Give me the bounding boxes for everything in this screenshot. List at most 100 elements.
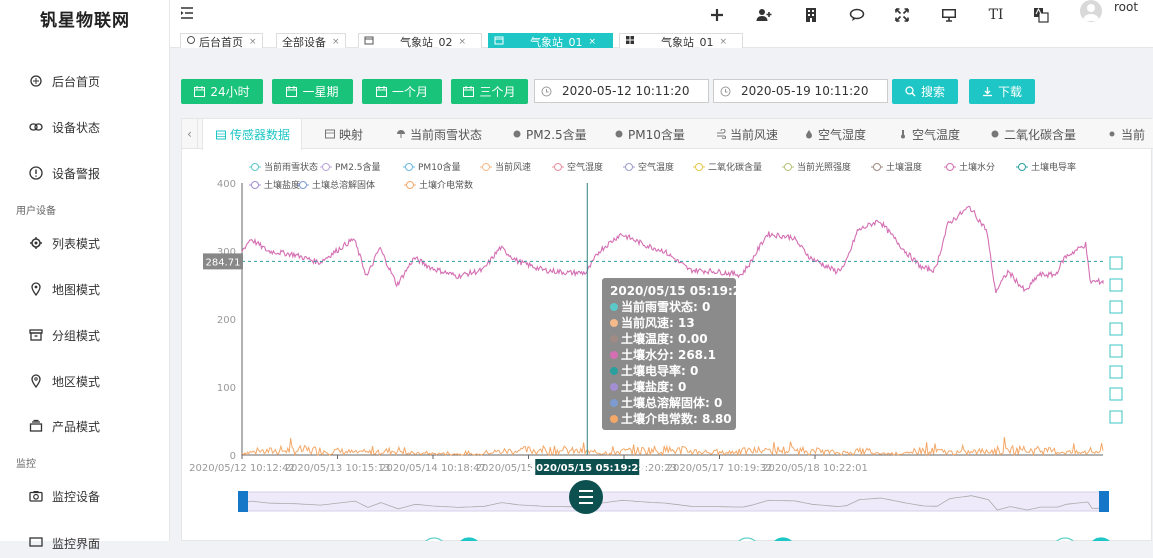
- tab-label: 空气湿度: [818, 127, 867, 142]
- dot-icon: [615, 130, 623, 138]
- tab-weather-station-02[interactable]: 气象站_02 ×: [358, 33, 482, 49]
- sidebar-item-map-mode[interactable]: 地图模式: [0, 274, 170, 304]
- close-icon[interactable]: ×: [720, 37, 728, 47]
- menu-collapse-icon[interactable]: [178, 4, 196, 22]
- y-tick-label: 0: [230, 451, 236, 462]
- calendar-icon: [463, 86, 475, 97]
- sensor-chart: 当前雨雪状态 PM2.5含量 PM10含量 当前风速 空气湿度 空气温度 二氧化碳含量 当前光…: [189, 161, 1123, 541]
- umbrella-icon: [397, 130, 405, 138]
- chevron-left-icon[interactable]: ‹: [182, 119, 198, 149]
- tab-co2[interactable]: 二氧化碳含量: [990, 119, 1076, 149]
- tab-mapping[interactable]: 映射: [325, 119, 363, 149]
- tab-weather-station-01[interactable]: 气象站_01 ×: [488, 33, 613, 49]
- close-icon[interactable]: ×: [249, 37, 257, 47]
- home-icon: [186, 35, 196, 48]
- home-icon: [29, 74, 43, 88]
- tab-rain-snow[interactable]: 当前雨雪状态: [396, 119, 482, 149]
- x-tick-label: 2020/05/13 10:15:13: [285, 463, 391, 474]
- sidebar-item-device-alert[interactable]: 设备警报: [0, 158, 170, 188]
- tab-wind-speed[interactable]: 当前风速: [716, 119, 778, 149]
- wind-icon: [717, 129, 726, 139]
- sidebar-item-product-mode[interactable]: 产品模式: [0, 411, 170, 441]
- legend-label: PM2.5含量: [335, 161, 381, 173]
- range-month-button[interactable]: 一个月: [362, 79, 442, 104]
- calendar-icon: [375, 86, 387, 97]
- monitor-icon: [29, 536, 43, 550]
- datazoom-handle-right: [1099, 491, 1109, 512]
- map-pin-icon: [29, 282, 43, 296]
- building-icon[interactable]: [802, 6, 820, 24]
- end-date-input[interactable]: 2020-05-19 10:11:20: [713, 79, 888, 103]
- translate-icon[interactable]: [1032, 6, 1050, 24]
- sidebar-item-region-mode[interactable]: 地区模式: [0, 366, 170, 396]
- avatar[interactable]: [1080, 0, 1102, 22]
- tooltip-row-marker: [610, 415, 618, 423]
- table-icon: [216, 130, 226, 139]
- search-icon: [905, 86, 916, 97]
- series-wind-speed: [241, 437, 1104, 457]
- close-icon[interactable]: ×: [459, 37, 467, 47]
- sidebar-item-device-status[interactable]: 设备状态: [0, 112, 170, 142]
- button-label: 一个月: [391, 85, 428, 99]
- average-label: 284.71: [206, 257, 241, 268]
- close-icon[interactable]: ×: [332, 37, 340, 47]
- tab-all-devices[interactable]: 全部设备 ×: [276, 33, 346, 49]
- tab-sensor-data[interactable]: 传感器数据: [202, 119, 303, 150]
- alert-icon: [29, 166, 43, 180]
- legend-label: 土壤总溶解固体: [312, 179, 375, 191]
- tab-label: 当前风速: [730, 127, 779, 142]
- range-24h-button[interactable]: 24小时: [181, 79, 263, 104]
- grid-icon: [625, 35, 635, 48]
- fullscreen-icon[interactable]: [893, 6, 911, 24]
- font-size-icon[interactable]: TI: [987, 6, 1005, 24]
- sidebar-item-label: 产品模式: [52, 419, 101, 434]
- tab-pm25[interactable]: PM2.5含量: [512, 119, 587, 149]
- start-date-input[interactable]: 2020-05-12 10:11:20: [534, 79, 709, 103]
- sidebar-item-group-mode[interactable]: 分组模式: [0, 320, 170, 350]
- button-label: 24小时: [210, 85, 250, 99]
- tab-home[interactable]: 后台首页 ×: [180, 33, 263, 49]
- legend-marker: [784, 163, 792, 171]
- tab-light[interactable]: 当前: [1107, 119, 1145, 149]
- legend-label: 空气湿度: [567, 161, 603, 173]
- tooltip-row-marker: [610, 319, 618, 327]
- start-date-value: 2020-05-12 10:11:20: [562, 84, 690, 98]
- sidebar-item-list-mode[interactable]: 列表模式: [0, 228, 170, 258]
- search-button[interactable]: 搜索: [892, 79, 958, 104]
- range-3month-button[interactable]: 三个月: [451, 79, 528, 104]
- legend-marker: [406, 181, 414, 189]
- toolbox-icon: [1109, 410, 1123, 424]
- tab-label: 当前: [1121, 127, 1146, 142]
- sidebar-item-home[interactable]: 后台首页: [0, 66, 170, 96]
- close-icon[interactable]: ×: [589, 37, 597, 47]
- sidebar-item-monitor-device[interactable]: 监控设备: [0, 481, 170, 511]
- toolbox-icon: [1109, 256, 1123, 270]
- username[interactable]: root: [1114, 0, 1138, 14]
- legend-label: 当前光照强度: [797, 161, 851, 173]
- tab-air-temperature[interactable]: 空气温度: [898, 119, 960, 149]
- x-tick-label: 2020/05/14 10:18:47: [380, 463, 486, 474]
- x-axis: 2020/05/12 10:12:422020/05/13 10:15:1320…: [189, 454, 1103, 474]
- tab-weather-station-01-map[interactable]: 气象站_01 ×: [619, 33, 743, 49]
- toolbox-icon: [1109, 344, 1123, 358]
- add-icon[interactable]: [708, 6, 726, 24]
- tab-pm10[interactable]: PM10含量: [614, 119, 685, 149]
- link-icon: [29, 120, 43, 134]
- x-tick-label: 2020/05/18 10:22:01: [762, 463, 868, 474]
- range-week-button[interactable]: 一星期: [272, 79, 353, 104]
- legend-marker: [405, 163, 413, 171]
- clock-icon: [541, 86, 552, 96]
- download-button[interactable]: 下载: [969, 79, 1035, 104]
- tooltip-row-label: 当前风速: 13: [621, 315, 695, 330]
- datazoom-slider[interactable]: [238, 480, 1109, 514]
- tab-air-humidity[interactable]: 空气湿度: [804, 119, 866, 149]
- legend-label: 土壤温度: [886, 161, 922, 173]
- x-tick-label: 2020/05/17 10:19:32: [667, 463, 773, 474]
- monitor-icon[interactable]: [940, 6, 958, 24]
- legend-marker: [695, 163, 703, 171]
- add-user-icon[interactable]: [755, 6, 773, 24]
- top-header: TI root: [170, 0, 1153, 30]
- sidebar-item-monitor-ui[interactable]: 监控界面: [0, 528, 170, 558]
- chat-icon[interactable]: [848, 6, 866, 24]
- sidebar-item-label: 地图模式: [52, 282, 101, 297]
